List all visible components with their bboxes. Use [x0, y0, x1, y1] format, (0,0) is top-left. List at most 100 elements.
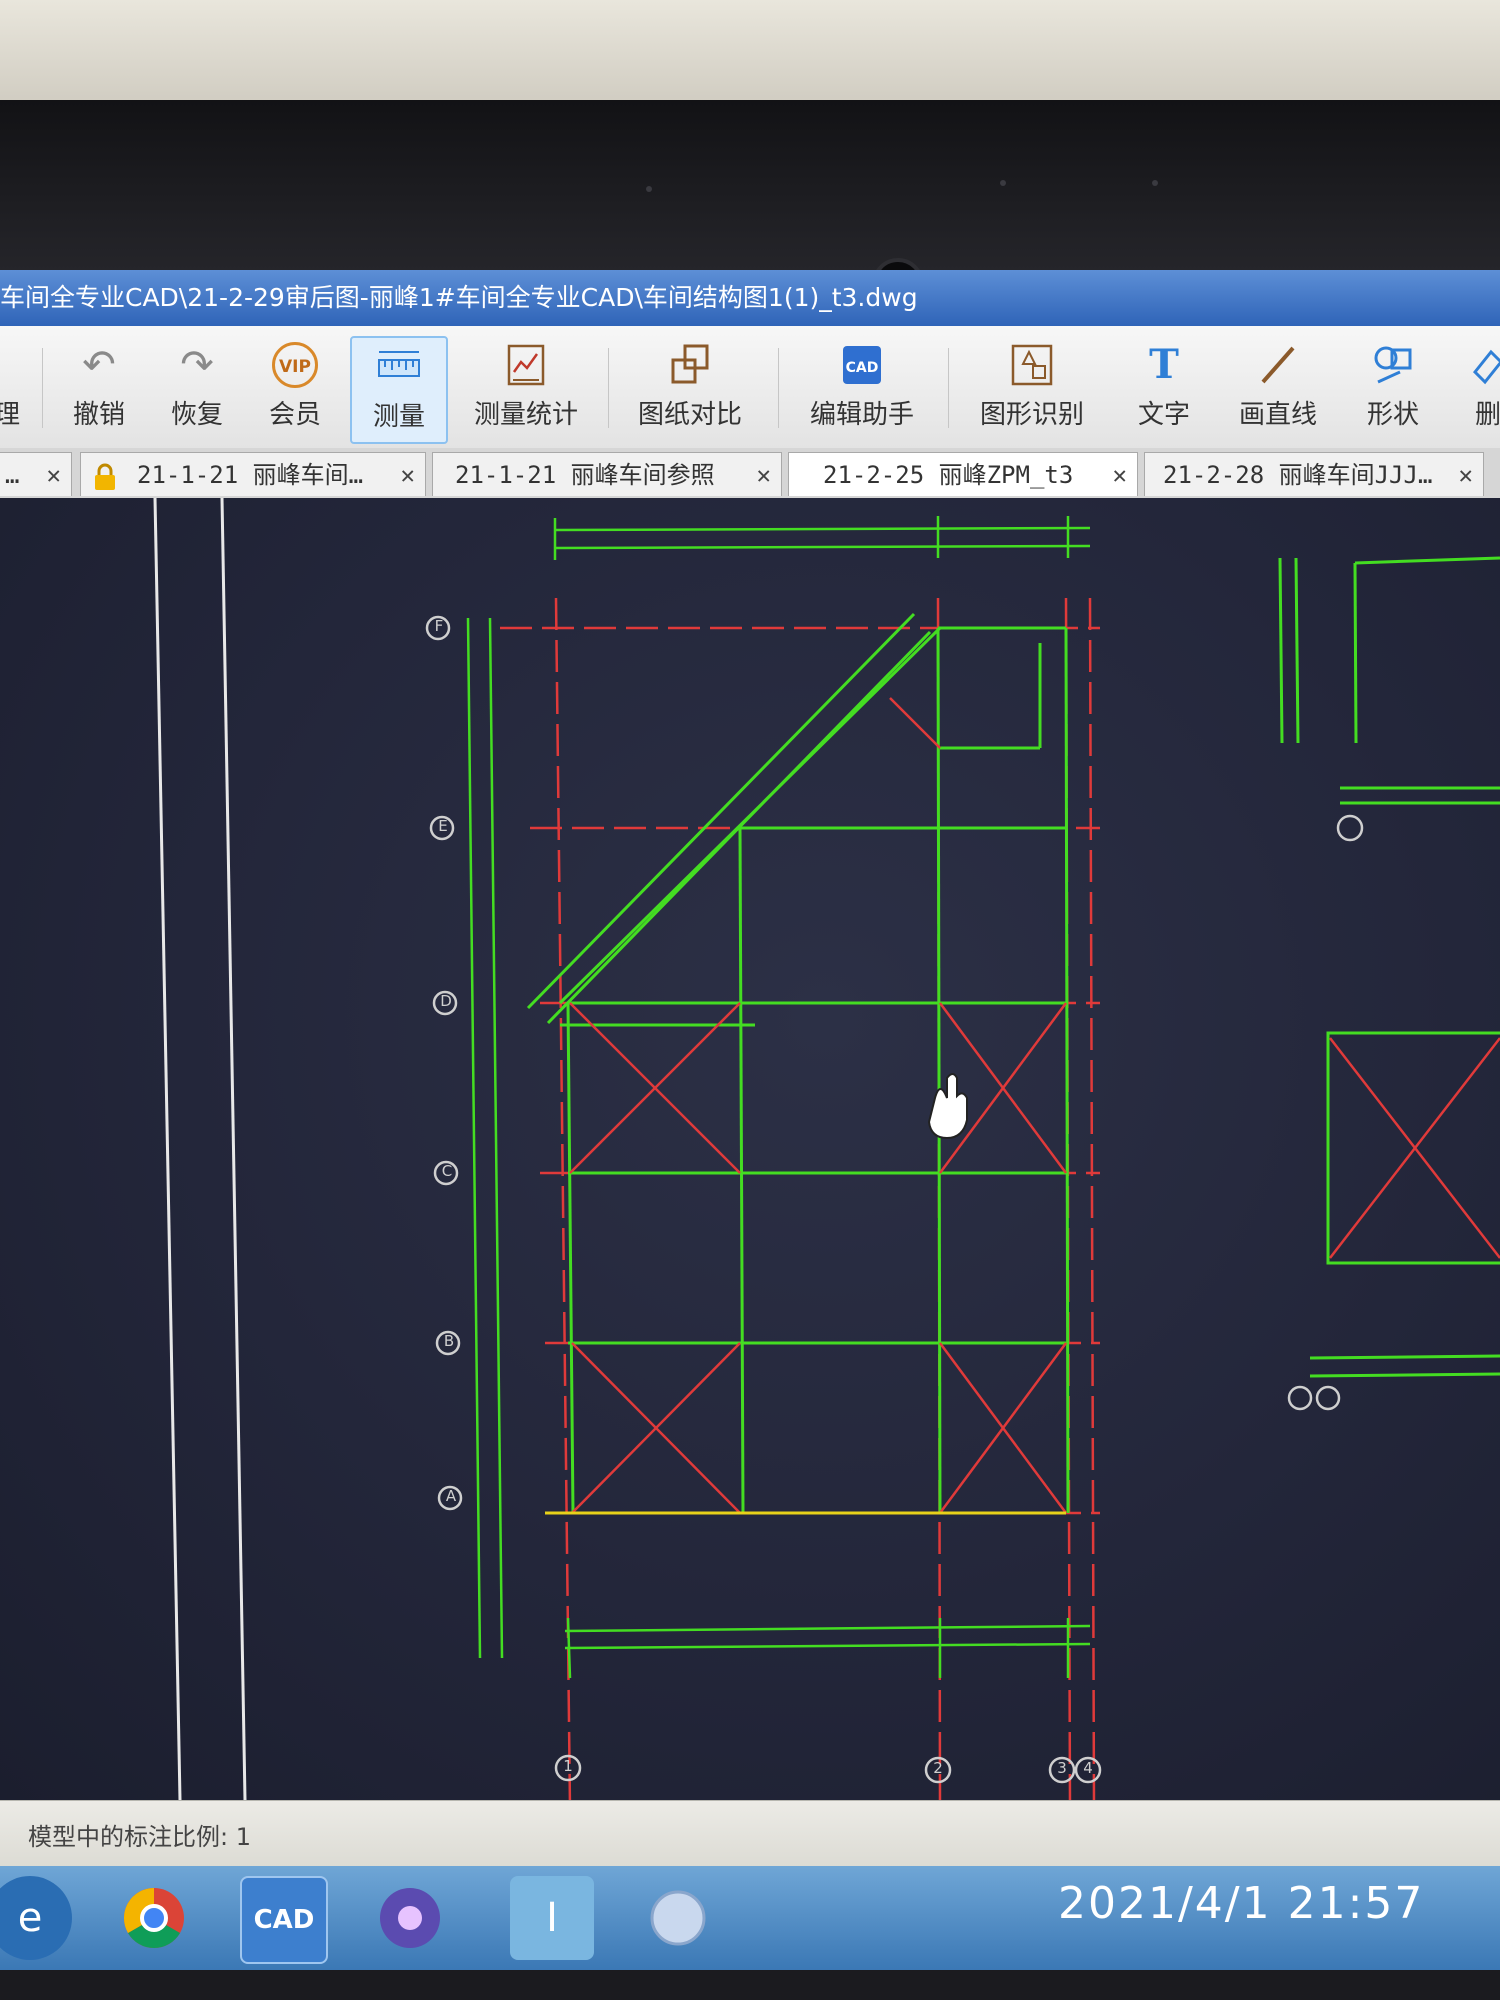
partial-icon	[0, 342, 38, 388]
tab-3[interactable]: 21-2-25 丽峰ZPM_t3 ✕	[788, 452, 1138, 496]
toolbar-separator	[948, 348, 949, 428]
toolbar-item-partial[interactable]: 理	[0, 336, 22, 440]
vip-badge: VIP	[279, 357, 311, 377]
toolbar-label: 撤销	[72, 400, 125, 430]
bezel-dot	[1152, 180, 1158, 186]
draw-line-button[interactable]: 画直线	[1228, 336, 1328, 440]
structural-plan	[153, 497, 1500, 1809]
grid-label-row-C: C	[441, 1162, 453, 1180]
close-icon[interactable]: ✕	[1113, 453, 1127, 496]
annotation-scale-text: 模型中的标注比例: 1	[28, 1823, 251, 1851]
tab-2[interactable]: 21-1-21 丽峰车间参照 ✕	[432, 452, 782, 496]
undo-button[interactable]: ↶ 撤销	[60, 336, 138, 440]
grid-label-col-1: 1	[563, 1757, 573, 1775]
toolbar-separator	[608, 348, 609, 428]
delete-button[interactable]: 删	[1458, 336, 1500, 440]
monitor-bezel	[0, 100, 1500, 310]
tab-0[interactable]: … ✕	[0, 452, 72, 496]
structural-members	[526, 612, 1070, 1515]
toolbar: 理 ↶ 撤销 ↷ 恢复 VIP 会员 测量 测量统计 图纸对比 CAD 编辑助手…	[0, 326, 1500, 449]
toolbar-label: 理	[0, 400, 20, 430]
window-title: 车间全专业CAD\21-2-29审后图-丽峰1#车间全专业CAD\车间结构图1(…	[0, 270, 1500, 326]
taskbar: e CAD I 2021/4/1 21:57	[0, 1866, 1500, 1970]
text-button[interactable]: T 文字	[1120, 336, 1208, 440]
shape-recognize-button[interactable]: 图形识别	[966, 336, 1098, 440]
measure-button[interactable]: 测量	[350, 336, 448, 444]
chrome-icon[interactable]	[112, 1876, 196, 1960]
toolbar-label: 形状	[1366, 400, 1419, 430]
tab-label: 21-1-21 丽峰车间…	[137, 461, 364, 489]
app-icon[interactable]	[368, 1876, 452, 1960]
grid-lines	[500, 597, 1100, 1809]
toolbar-label: 画直线	[1238, 400, 1317, 430]
close-icon[interactable]: ✕	[757, 453, 771, 496]
svg-text:CAD: CAD	[846, 360, 879, 376]
measure-stats-button[interactable]: 测量统计	[466, 336, 586, 440]
edit-assistant-button[interactable]: CAD 编辑助手	[796, 336, 928, 440]
bezel-dot	[646, 186, 652, 192]
tab-label: 21-2-25 丽峰ZPM_t3	[823, 461, 1074, 489]
shape-recognize-icon	[1009, 342, 1055, 388]
screen: 车间全专业CAD\21-2-29审后图-丽峰1#车间全专业CAD\车间结构图1(…	[0, 270, 1500, 1970]
toolbar-label: 图纸对比	[637, 400, 742, 430]
toolbar-label: 测量	[372, 402, 425, 432]
lock-icon	[93, 461, 117, 490]
close-icon[interactable]: ✕	[47, 453, 61, 496]
grid-label-col-2: 2	[933, 1759, 943, 1777]
toolbar-label: 会员	[268, 400, 321, 430]
grid-label-row-D: D	[440, 992, 452, 1010]
panel-border-line	[153, 497, 182, 1801]
document-tabs: … ✕ 21-1-21 丽峰车间… ✕ 21-1-21 丽峰车间参照 ✕ 21-…	[0, 448, 1500, 498]
shape-icon	[1370, 342, 1416, 388]
cad-icon[interactable]: CAD	[240, 1876, 328, 1964]
wall-background	[0, 0, 1500, 110]
close-icon[interactable]: ✕	[1459, 453, 1473, 496]
toolbar-label: 文字	[1137, 400, 1190, 430]
shape-button[interactable]: 形状	[1348, 336, 1438, 440]
vip-icon: VIP	[272, 342, 318, 388]
tab-label: 21-1-21 丽峰车间参照	[455, 461, 715, 489]
eraser-icon	[1465, 342, 1500, 388]
grid-label-col-4: 4	[1083, 1759, 1093, 1777]
cad-icon-label: CAD	[253, 1905, 315, 1935]
ie-icon[interactable]: e	[0, 1876, 72, 1960]
line-icon	[1255, 342, 1301, 388]
toolbar-label: 编辑助手	[809, 400, 914, 430]
redo-icon: ↷	[180, 342, 214, 388]
text-icon: T	[1149, 341, 1179, 388]
hand-cursor-icon	[927, 1073, 968, 1140]
measure-ruler-icon	[376, 344, 422, 390]
compare-icon	[667, 342, 713, 388]
panel-border-line	[220, 497, 247, 1801]
toolbar-label: 测量统计	[473, 400, 578, 430]
toolbar-label: 恢复	[170, 400, 223, 430]
bracing	[569, 697, 1068, 1514]
bottom-dimension	[564, 1617, 1091, 1679]
grid-label-row-A: A	[445, 1487, 457, 1505]
grid-label-row-E: E	[438, 817, 448, 835]
top-dimension	[553, 516, 1091, 560]
detail-drawings	[1278, 556, 1500, 1378]
compare-button[interactable]: 图纸对比	[630, 336, 750, 440]
close-icon[interactable]: ✕	[401, 453, 415, 496]
left-dimension	[466, 617, 504, 1659]
grid-label-row-B: B	[443, 1332, 455, 1350]
redo-button[interactable]: ↷ 恢复	[158, 336, 236, 440]
measure-stats-icon	[503, 342, 549, 388]
status-bar: 模型中的标注比例: 1	[0, 1800, 1500, 1867]
clock: 2021/4/1 21:57	[1058, 1878, 1425, 1929]
tab-label: …	[5, 461, 20, 489]
drawing-canvas[interactable]: F E D C B A 1 2 3 4	[0, 497, 1500, 1809]
vip-button[interactable]: VIP 会员	[256, 336, 334, 440]
tab-1[interactable]: 21-1-21 丽峰车间… ✕	[80, 452, 426, 496]
grid-label-row-F: F	[434, 617, 444, 635]
game-icon[interactable]	[636, 1876, 720, 1960]
tab-4[interactable]: 21-2-28 丽峰车间JJJ… ✕	[1144, 452, 1484, 496]
input-icon[interactable]: I	[510, 1876, 594, 1960]
toolbar-separator	[778, 348, 779, 428]
bezel-dot	[1000, 180, 1006, 186]
detail-bracing	[1329, 1037, 1500, 1259]
edit-assistant-icon: CAD	[839, 342, 885, 388]
undo-icon: ↶	[82, 342, 116, 388]
toolbar-label: 删	[1474, 400, 1500, 430]
